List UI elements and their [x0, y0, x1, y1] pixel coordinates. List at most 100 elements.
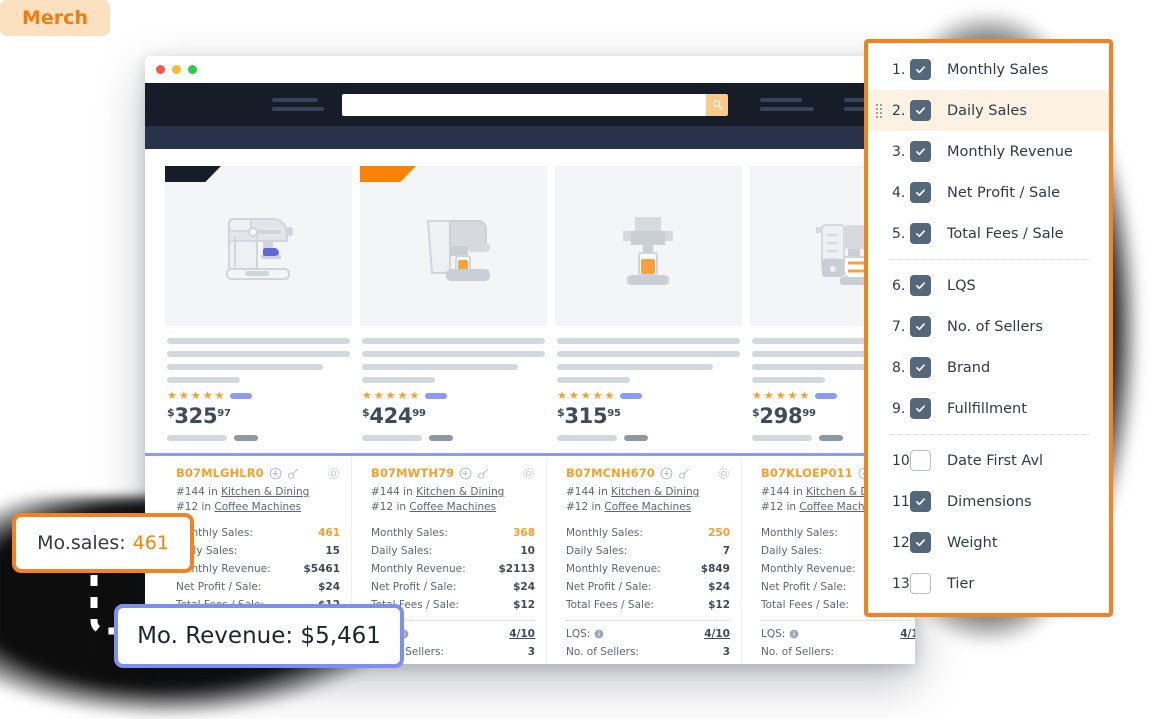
gear-icon[interactable] — [327, 467, 340, 480]
rank-primary-category[interactable]: Kitchen & Dining — [416, 486, 504, 498]
column-item-fulfillment[interactable]: 9. Fullfillment — [868, 388, 1109, 429]
category-rank: #144 in Kitchen & Dining #12 in Coffee M… — [176, 485, 340, 515]
asin-code[interactable]: B07MWTH79 — [371, 466, 454, 480]
keyword-key-icon[interactable] — [287, 467, 300, 480]
column-item-total-fees[interactable]: 5. Total Fees / Sale — [868, 213, 1109, 254]
price-cents: 99 — [802, 408, 816, 419]
site-subnav — [145, 126, 915, 149]
item-label: Fullfillment — [947, 400, 1027, 417]
search-input[interactable] — [342, 93, 706, 116]
column-item-weight[interactable]: 12. Weight — [868, 522, 1109, 563]
review-count-placeholder — [815, 392, 838, 399]
product-thumbnail[interactable] — [555, 166, 742, 326]
product-price: $31595 — [557, 404, 742, 428]
checkbox-checked[interactable] — [910, 491, 931, 512]
column-item-daily-sales[interactable]: 2. Daily Sales — [868, 90, 1109, 131]
column-chooser-panel[interactable]: 1. Monthly Sales 2. Daily Sales 3. Month… — [864, 39, 1113, 617]
column-item-lqs[interactable]: 6. LQS — [868, 265, 1109, 306]
metric-value: $24 — [513, 581, 535, 594]
metric-value: 7 — [722, 545, 730, 558]
product-card[interactable]: ★ ★ ★ ★ ★ $31595 — [555, 166, 742, 441]
rank-secondary-category[interactable]: Coffee Machines — [604, 501, 691, 513]
price-integer: 315 — [564, 404, 608, 428]
navbar-links-placeholder — [760, 98, 878, 111]
column-item-date-first-avl[interactable]: 10. Date First Avl — [868, 440, 1109, 481]
metric-row: Monthly Sales: 250 — [566, 527, 730, 540]
item-label: Daily Sales — [947, 102, 1027, 119]
lqs-value[interactable]: 4/10 — [900, 628, 915, 640]
lqs-value[interactable]: 4/10 — [704, 628, 730, 640]
gear-icon[interactable] — [522, 467, 535, 480]
product-card[interactable]: ★ ★ ★ ★ ★ $42499 — [360, 166, 547, 441]
item-number: 9. — [892, 400, 906, 417]
checkbox-checked[interactable] — [910, 275, 931, 296]
asin-code[interactable]: B07MLGHLR0 — [176, 466, 264, 480]
add-icon[interactable] — [660, 467, 673, 480]
close-icon[interactable] — [156, 65, 165, 74]
item-label: LQS — [947, 277, 976, 294]
title-placeholder — [555, 326, 742, 383]
cta-placeholder — [557, 435, 742, 441]
price-cents: 97 — [217, 408, 231, 419]
minimize-icon[interactable] — [172, 65, 181, 74]
drag-handle-icon[interactable] — [876, 103, 882, 118]
search-bar[interactable] — [342, 93, 728, 116]
keyword-key-icon[interactable] — [678, 467, 691, 480]
checkbox-checked[interactable] — [910, 357, 931, 378]
column-item-brand[interactable]: 8. Brand — [868, 347, 1109, 388]
item-label: Date First Avl — [947, 452, 1044, 469]
checkbox-unchecked[interactable] — [910, 573, 931, 594]
checkbox-checked[interactable] — [910, 532, 931, 553]
item-label: Net Profit / Sale — [947, 184, 1061, 201]
checkbox-checked[interactable] — [910, 182, 931, 203]
checkbox-checked[interactable] — [910, 141, 931, 162]
review-count-placeholder — [230, 392, 253, 399]
item-label: Monthly Revenue — [947, 143, 1073, 160]
price-cents: 95 — [607, 408, 621, 419]
rank-primary-category[interactable]: Kitchen & Dining — [221, 486, 309, 498]
rank-primary-category[interactable]: Kitchen & Dining — [611, 486, 699, 498]
checkbox-checked[interactable] — [910, 59, 931, 80]
zoom-icon[interactable] — [188, 65, 197, 74]
rank-secondary-category[interactable]: Coffee Machines — [409, 501, 496, 513]
info-icon[interactable] — [789, 629, 799, 639]
column-item-monthly-revenue[interactable]: 3. Monthly Revenue — [868, 131, 1109, 172]
checkbox-unchecked[interactable] — [910, 450, 931, 471]
rank-secondary-category[interactable]: Coffee Machines — [214, 501, 301, 513]
checkbox-checked[interactable] — [910, 316, 931, 337]
add-icon[interactable] — [269, 467, 282, 480]
column-item-tier[interactable]: 13. Tier — [868, 563, 1109, 604]
column-item-dimensions[interactable]: 11. Dimensions — [868, 481, 1109, 522]
keyword-key-icon[interactable] — [477, 467, 490, 480]
metric-value: $849 — [700, 563, 730, 576]
lqs-value[interactable]: 4/10 — [509, 628, 535, 640]
title-placeholder — [360, 326, 547, 383]
asin-code[interactable]: B07KLOEP011 — [761, 466, 853, 480]
search-button[interactable] — [706, 93, 728, 116]
espresso-machine-icon — [225, 218, 293, 281]
product-thumbnail[interactable] — [165, 166, 352, 326]
add-icon[interactable] — [459, 467, 472, 480]
checkbox-checked[interactable] — [910, 100, 931, 121]
info-icon[interactable] — [594, 629, 604, 639]
metric-value: $12 — [708, 599, 730, 612]
gear-icon[interactable] — [717, 467, 730, 480]
juicer-machine-icon — [622, 217, 673, 286]
metric-value: $24 — [708, 581, 730, 594]
column-item-monthly-sales[interactable]: 1. Monthly Sales — [868, 49, 1109, 90]
product-grid: ★ ★ ★ ★ ★ $32597 ★ ★ ★ ★ ★ $42499 ★ ★ ★ … — [145, 149, 915, 441]
metric-value: $2113 — [498, 563, 535, 576]
checkbox-checked[interactable] — [910, 398, 931, 419]
window-titlebar — [145, 56, 915, 83]
asin-row: B07MLGHLR0 — [176, 466, 340, 480]
column-item-net-profit[interactable]: 4. Net Profit / Sale — [868, 172, 1109, 213]
checkbox-checked[interactable] — [910, 223, 931, 244]
price-integer: 298 — [759, 404, 803, 428]
product-card[interactable]: ★ ★ ★ ★ ★ $32597 — [165, 166, 352, 441]
column-item-no-of-sellers[interactable]: 7. No. of Sellers — [868, 306, 1109, 347]
item-number: 13. — [892, 575, 915, 592]
product-thumbnail[interactable] — [360, 166, 547, 326]
corner-ribbon — [360, 166, 416, 182]
asin-code[interactable]: B07MCNH670 — [566, 466, 655, 480]
item-number: 12. — [892, 534, 915, 551]
